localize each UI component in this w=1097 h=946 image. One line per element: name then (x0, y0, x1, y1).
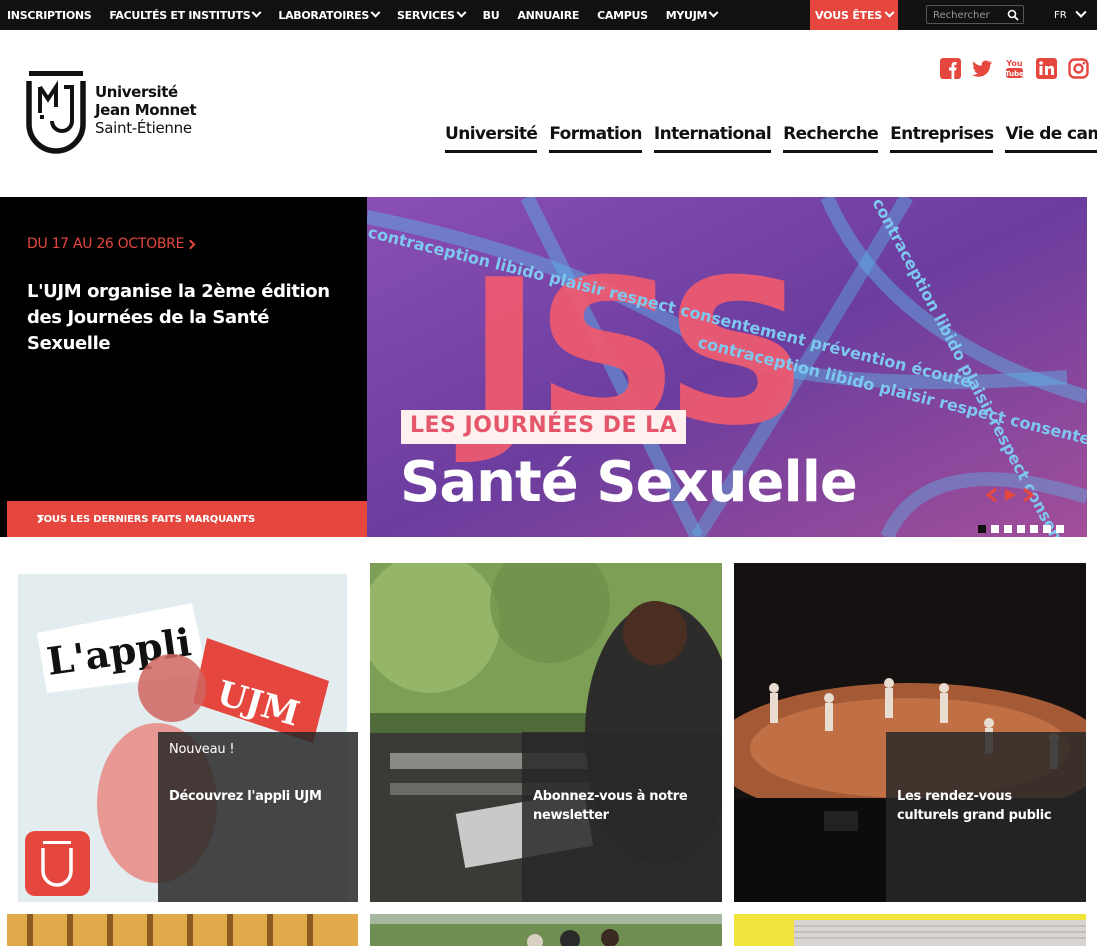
top-nav-item[interactable]: SERVICES (397, 7, 467, 22)
carousel-dot[interactable] (1030, 525, 1038, 533)
carousel-dot[interactable] (1043, 525, 1051, 533)
play-icon[interactable] (1003, 488, 1017, 502)
top-nav: INSCRIPTIONS FACULTÉS ET INSTITUTS LABORAT… (7, 0, 735, 30)
svg-text:You: You (1005, 59, 1023, 68)
main-nav-item[interactable]: Entreprises (890, 124, 994, 153)
chevron-down-icon (370, 7, 381, 18)
chevron-down-icon (251, 7, 262, 18)
chevron-right-icon[interactable] (1021, 488, 1035, 502)
twitter-icon[interactable] (972, 58, 993, 79)
vous-etes-button[interactable]: VOUS ÊTES (810, 0, 898, 30)
top-nav-item[interactable]: CAMPUS (597, 9, 648, 22)
social-links: You Tube (940, 58, 1089, 79)
top-nav-label: SERVICES (397, 8, 455, 22)
card-bottom-3-image (734, 914, 1086, 946)
top-nav-label: ANNUAIRE (517, 8, 580, 22)
chevron-left-icon[interactable] (985, 488, 999, 502)
svg-text:Tube: Tube (1005, 70, 1024, 78)
logo-text[interactable]: Université Jean Monnet Saint-Étienne (95, 83, 197, 137)
all-highlights-button[interactable]: TOUS LES DERNIERS FAITS MARQUANTS (7, 501, 367, 537)
language-label: FR (1054, 9, 1067, 21)
youtube-icon[interactable]: You Tube (1004, 58, 1025, 79)
top-nav-item[interactable]: ANNUAIRE (517, 9, 579, 22)
carousel-dot[interactable] (978, 525, 986, 533)
main-nav: Université Formation International Recherch… (445, 124, 1097, 153)
hero-date[interactable]: DU 17 AU 26 OCTOBRE (27, 236, 196, 252)
card-bottom-1[interactable] (7, 914, 358, 946)
top-nav-item[interactable]: LABORATOIRES (278, 7, 381, 22)
card-culture[interactable]: Les rendez-vous culturels grand public (734, 563, 1086, 902)
hero-image-kicker: LES JOURNÉES DE LA (401, 410, 687, 444)
carousel-arrows (985, 488, 1035, 502)
main-nav-item[interactable]: International (653, 124, 772, 153)
top-nav-label: CAMPUS (597, 8, 648, 22)
chevron-down-icon (884, 7, 895, 18)
chevron-down-icon (1075, 6, 1087, 18)
hero-title[interactable]: L'UJM organise la 2ème édition des Journ… (27, 279, 357, 357)
top-nav-item[interactable]: INSCRIPTIONS (7, 8, 92, 22)
linkedin-icon[interactable] (1036, 58, 1057, 79)
top-nav-item[interactable]: MYUJM (665, 7, 719, 22)
search-box (926, 5, 1024, 24)
top-nav-label: FACULTÉS ET INSTITUTS (109, 8, 251, 22)
hero-image-headline: Santé Sexuelle (400, 450, 858, 515)
top-nav-item[interactable]: FACULTÉS ET INSTITUTS (109, 7, 262, 22)
carousel-dot[interactable] (1004, 525, 1012, 533)
card-app-title: Découvrez l'appli UJM (169, 789, 322, 804)
card-newsletter-title: Abonnez-vous à notre newsletter (533, 789, 688, 823)
ujm-logo[interactable] (26, 69, 86, 155)
card-bottom-3[interactable] (734, 914, 1086, 946)
logo-line-2: Jean Monnet (95, 101, 197, 119)
card-bottom-2[interactable] (370, 914, 722, 946)
card-culture-title: Les rendez-vous culturels grand public (897, 789, 1052, 823)
hero-date-text: DU 17 AU 26 OCTOBRE (27, 236, 185, 252)
language-select[interactable]: FR (1054, 0, 1087, 30)
card-bottom-1-image (7, 914, 358, 946)
card-app-overlay: Nouveau ! Découvrez l'appli UJM (158, 732, 358, 902)
all-highlights-label: TOUS LES DERNIERS FAITS MARQUANTS (37, 513, 256, 525)
carousel-dots (978, 525, 1064, 533)
main-nav-item[interactable]: Université (445, 124, 538, 153)
top-nav-item[interactable]: BU (483, 9, 500, 22)
top-nav-label: MYUJM (665, 8, 708, 22)
top-nav-label: LABORATOIRES (278, 8, 370, 22)
carousel-dot[interactable] (1017, 525, 1025, 533)
instagram-icon[interactable] (1068, 58, 1089, 79)
chevron-down-icon (708, 7, 719, 18)
main-nav-item[interactable]: Recherche (783, 124, 879, 153)
card-app-kicker: Nouveau ! (169, 742, 235, 757)
card-app[interactable]: L'appli UJM Nouveau ! Découvrez l'appli … (7, 563, 358, 902)
chevron-down-icon (456, 7, 467, 18)
carousel-dot[interactable] (991, 525, 999, 533)
top-nav-label: BU (482, 8, 500, 22)
chevron-right-icon (185, 239, 196, 249)
card-bottom-2-image (370, 914, 722, 946)
vous-etes-label: VOUS ÊTES (814, 8, 882, 22)
card-newsletter-overlay: Abonnez-vous à notre newsletter (522, 732, 722, 902)
carousel-dot[interactable] (1056, 525, 1064, 533)
main-nav-item[interactable]: Formation (549, 124, 642, 153)
logo-line-3: Saint-Étienne (95, 119, 192, 137)
main-nav-item[interactable]: Vie de campus (1005, 124, 1097, 153)
card-newsletter[interactable]: Abonnez-vous à notre newsletter (370, 563, 722, 902)
top-nav-label: INSCRIPTIONS (7, 8, 92, 22)
card-culture-overlay: Les rendez-vous culturels grand public (886, 732, 1086, 902)
search-input[interactable] (933, 8, 1001, 22)
facebook-icon[interactable] (940, 58, 961, 79)
logo-line-1: Université (95, 83, 178, 101)
search-icon[interactable] (1007, 9, 1019, 21)
